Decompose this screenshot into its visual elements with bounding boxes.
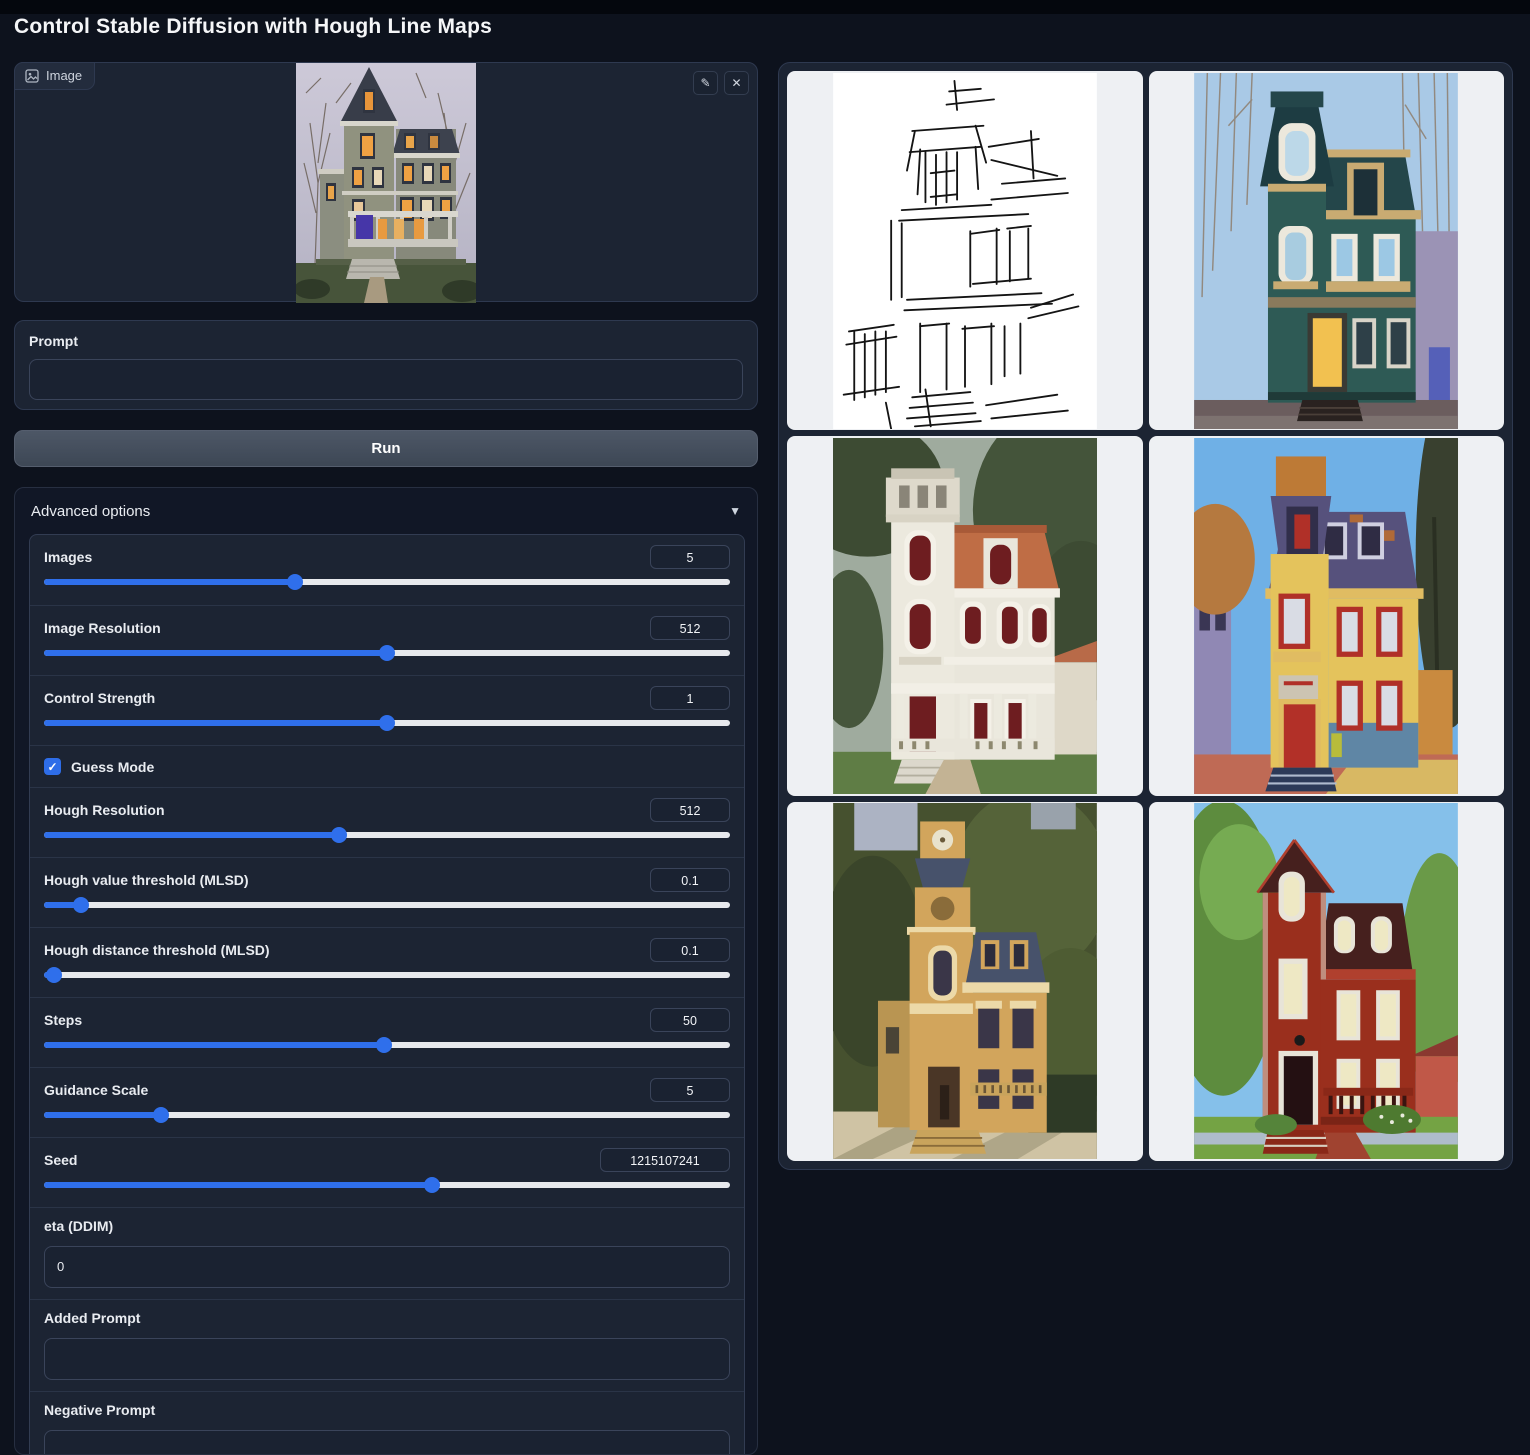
generated-golden-victorian-image	[833, 803, 1097, 1159]
slider-hough-resolution: Hough Resolution 512	[30, 787, 744, 857]
hough-line-map-image	[833, 73, 1097, 429]
edit-image-button[interactable]: ✎	[693, 71, 718, 95]
guess-mode-checkbox[interactable]: ✓	[44, 758, 61, 775]
advanced-options-panel: Advanced options ▼ Images 5 Image Resolu…	[14, 487, 758, 1455]
slider-hough-distance-threshold-value-input[interactable]: 0.1	[650, 938, 730, 962]
pencil-icon: ✎	[700, 77, 710, 89]
prompt-input[interactable]	[29, 359, 743, 400]
gallery-item-teal-victorian[interactable]	[1149, 71, 1505, 430]
gallery-item-red-brick-victorian[interactable]	[1149, 802, 1505, 1161]
image-input-component: Image ✎ ✕	[14, 62, 758, 302]
close-icon: ✕	[731, 77, 741, 89]
slider-hough-value-threshold-label: Hough value threshold (MLSD)	[44, 872, 249, 888]
image-input-label: Image	[14, 62, 95, 90]
slider-control-strength-track[interactable]	[44, 720, 730, 726]
slider-control-strength-label: Control Strength	[44, 690, 155, 706]
slider-images-value-input[interactable]: 5	[650, 545, 730, 569]
slider-seed-handle[interactable]	[424, 1177, 440, 1193]
negative-prompt-label: Negative Prompt	[44, 1402, 730, 1418]
slider-images-handle[interactable]	[287, 574, 303, 590]
slider-hough-resolution-label: Hough Resolution	[44, 802, 165, 818]
slider-hough-resolution-track[interactable]	[44, 832, 730, 838]
slider-image-resolution-track[interactable]	[44, 650, 730, 656]
generated-red-brick-victorian-image	[1194, 803, 1458, 1159]
slider-images-label: Images	[44, 549, 92, 565]
slider-image-resolution: Image Resolution 512	[30, 605, 744, 675]
slider-hough-value-threshold-value-input[interactable]: 0.1	[650, 868, 730, 892]
slider-control-strength: Control Strength 1	[30, 675, 744, 745]
input-house-photo	[296, 63, 476, 303]
generated-white-victorian-image	[833, 438, 1097, 794]
slider-control-strength-value-input[interactable]: 1	[650, 686, 730, 710]
slider-image-resolution-value-input[interactable]: 512	[650, 616, 730, 640]
gallery-item-hough-line-map[interactable]	[787, 71, 1143, 430]
slider-guidance-scale-track[interactable]	[44, 1112, 730, 1118]
added-prompt-input[interactable]	[44, 1338, 730, 1380]
slider-hough-value-threshold-track[interactable]	[44, 902, 730, 908]
run-button[interactable]: Run	[14, 430, 758, 467]
slider-hough-resolution-handle[interactable]	[331, 827, 347, 843]
image-input-label-text: Image	[46, 68, 82, 83]
advanced-options-title: Advanced options	[31, 503, 150, 520]
window-top-strip	[0, 0, 1530, 14]
guess-mode-label: Guess Mode	[71, 759, 154, 775]
slider-hough-value-threshold-handle[interactable]	[73, 897, 89, 913]
advanced-options-form: Images 5 Image Resolution 512 Control St…	[29, 534, 745, 1455]
gallery-item-golden-victorian[interactable]	[787, 802, 1143, 1161]
slider-hough-value-threshold: Hough value threshold (MLSD) 0.1	[30, 857, 744, 927]
gallery-item-white-victorian[interactable]	[787, 436, 1143, 795]
slider-seed: Seed 1215107241	[30, 1137, 744, 1207]
slider-steps-handle[interactable]	[376, 1037, 392, 1053]
generated-yellow-victorian-image	[1194, 438, 1458, 794]
input-image-preview[interactable]	[296, 63, 476, 303]
prompt-label: Prompt	[29, 333, 743, 349]
slider-images: Images 5	[30, 535, 744, 605]
slider-seed-label: Seed	[44, 1152, 77, 1168]
slider-seed-value-input[interactable]: 1215107241	[600, 1148, 730, 1172]
guess-mode-row: ✓ Guess Mode	[30, 745, 744, 787]
prompt-component: Prompt	[14, 320, 758, 410]
slider-image-resolution-handle[interactable]	[379, 645, 395, 661]
slider-steps-value-input[interactable]: 50	[650, 1008, 730, 1032]
gallery-item-yellow-victorian[interactable]	[1149, 436, 1505, 795]
slider-guidance-scale-handle[interactable]	[153, 1107, 169, 1123]
advanced-options-header[interactable]: Advanced options ▼	[15, 488, 757, 534]
generated-teal-victorian-image	[1194, 73, 1458, 429]
eta-ddim-field: eta (DDIM) 0	[30, 1207, 744, 1299]
added-prompt-field: Added Prompt	[30, 1299, 744, 1391]
clear-image-button[interactable]: ✕	[724, 71, 749, 95]
eta-ddim-label: eta (DDIM)	[44, 1218, 730, 1234]
slider-image-resolution-label: Image Resolution	[44, 620, 161, 636]
checkmark-icon: ✓	[47, 760, 57, 774]
output-gallery	[778, 62, 1513, 1170]
added-prompt-label: Added Prompt	[44, 1310, 730, 1326]
slider-images-track[interactable]	[44, 579, 730, 585]
negative-prompt-input[interactable]	[44, 1430, 730, 1455]
slider-guidance-scale-value-input[interactable]: 5	[650, 1078, 730, 1102]
page-title: Control Stable Diffusion with Hough Line…	[14, 15, 492, 39]
slider-steps-track[interactable]	[44, 1042, 730, 1048]
image-icon	[25, 69, 39, 83]
negative-prompt-field: Negative Prompt	[30, 1391, 744, 1455]
slider-hough-resolution-value-input[interactable]: 512	[650, 798, 730, 822]
slider-hough-distance-threshold: Hough distance threshold (MLSD) 0.1	[30, 927, 744, 997]
eta-ddim-input[interactable]: 0	[44, 1246, 730, 1288]
slider-steps-label: Steps	[44, 1012, 82, 1028]
slider-steps: Steps 50	[30, 997, 744, 1067]
slider-hough-distance-threshold-label: Hough distance threshold (MLSD)	[44, 942, 270, 958]
slider-seed-track[interactable]	[44, 1182, 730, 1188]
slider-guidance-scale: Guidance Scale 5	[30, 1067, 744, 1137]
slider-guidance-scale-label: Guidance Scale	[44, 1082, 148, 1098]
slider-hough-distance-threshold-track[interactable]	[44, 972, 730, 978]
slider-hough-distance-threshold-handle[interactable]	[46, 967, 62, 983]
chevron-down-icon: ▼	[729, 504, 741, 518]
slider-control-strength-handle[interactable]	[379, 715, 395, 731]
